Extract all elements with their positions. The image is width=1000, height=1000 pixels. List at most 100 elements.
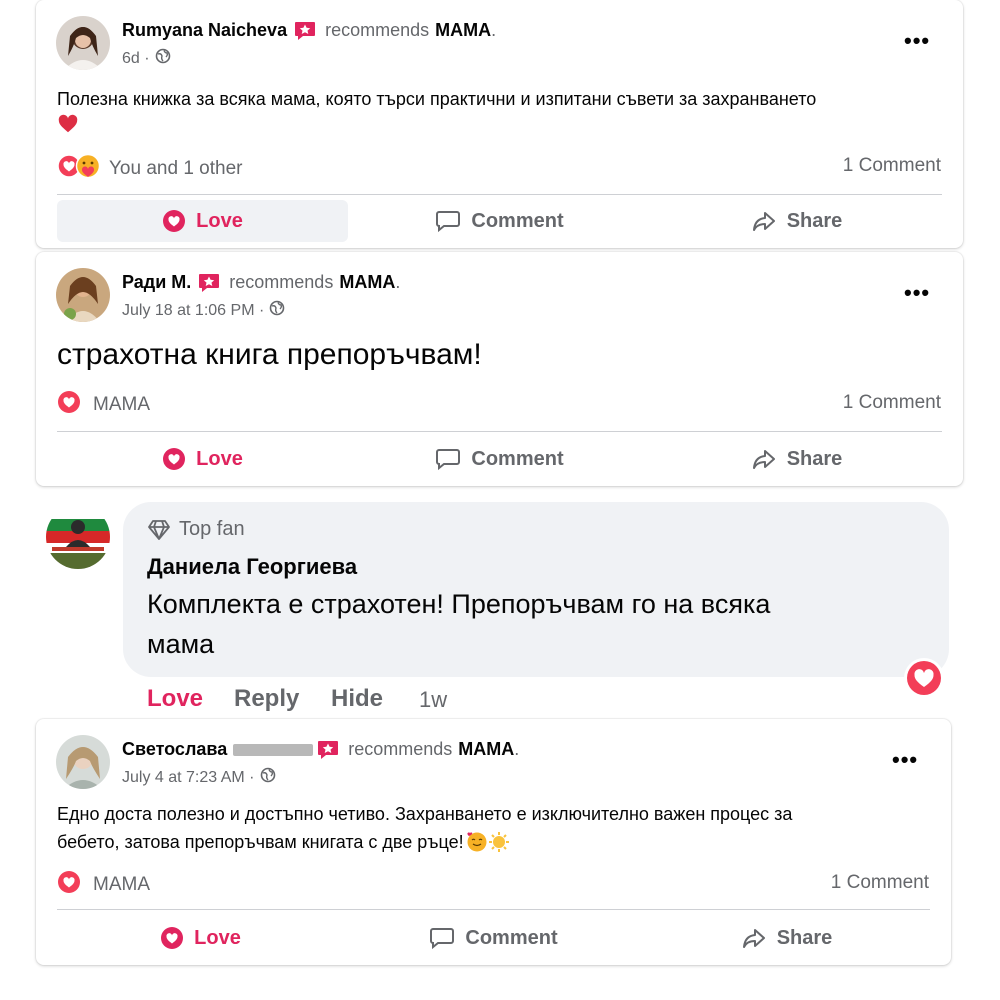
timestamp[interactable]: 6d ·: [122, 50, 150, 68]
punctuation: .: [491, 20, 497, 40]
share-button[interactable]: Share: [651, 438, 942, 480]
love-label: Love: [194, 926, 241, 949]
share-arrow-icon: [752, 450, 775, 469]
timestamp[interactable]: July 18 at 1:06 PM ·: [122, 302, 264, 320]
reactions-label[interactable]: You and 1 other: [109, 158, 242, 180]
love-reaction-icon: [57, 390, 81, 420]
recommend-icon: [317, 740, 339, 760]
comment-label: Comment: [465, 926, 558, 949]
badge-label: Top fan: [179, 518, 245, 540]
divider: [57, 194, 942, 195]
comment-label: Comment: [471, 209, 564, 232]
comment-label: Comment: [471, 447, 564, 470]
share-label: Share: [786, 209, 843, 232]
comment-button[interactable]: Comment: [350, 917, 637, 959]
post-emoji: [466, 831, 510, 853]
love-button[interactable]: Love: [57, 917, 344, 959]
redacted-surname: [233, 743, 314, 756]
post-text: Полезна книжка за всяка мама, която търс…: [57, 89, 817, 109]
reactions-summary[interactable]: MAMA: [57, 390, 150, 420]
comment-text-line-2: мама: [147, 629, 215, 659]
reactions-label[interactable]: MAMA: [93, 874, 150, 896]
more-horizontal-icon[interactable]: •••: [892, 747, 918, 773]
comments-count[interactable]: 1 Comment: [843, 155, 941, 177]
timestamp[interactable]: July 4 at 7:23 AM ·: [122, 769, 255, 787]
love-label: Love: [196, 209, 243, 232]
post-meta: 6d ·: [122, 48, 171, 69]
heart-emoji-icon: [58, 114, 78, 133]
comment-text-line-1: Комплекта е страхотен! Препоръчвам го на…: [147, 589, 771, 619]
comment-timestamp[interactable]: 1w: [419, 687, 447, 713]
post-emoji: [57, 113, 79, 140]
comment-love-reaction-icon[interactable]: [903, 657, 945, 704]
love-button[interactable]: Love: [57, 438, 348, 480]
more-horizontal-icon[interactable]: •••: [904, 280, 930, 306]
post-card-1: Rumyana Naicheva recommends MAMA . 6d · …: [36, 0, 963, 248]
comment-author[interactable]: Даниела Георгиева: [147, 554, 357, 580]
post-text-line-2: бебето, затова препоръчвам книгата с две…: [57, 831, 510, 853]
post-meta: July 18 at 1:06 PM ·: [122, 300, 285, 321]
share-button[interactable]: Share: [643, 917, 930, 959]
heart-icon: [163, 210, 186, 232]
love-button[interactable]: Love: [57, 200, 348, 242]
reactions-summary[interactable]: MAMA: [57, 870, 150, 900]
avatar[interactable]: [56, 735, 110, 789]
comments-count[interactable]: 1 Comment: [843, 392, 941, 414]
share-arrow-icon: [752, 212, 775, 231]
care-reaction-icon: [75, 153, 101, 185]
share-label: Share: [786, 447, 843, 470]
commenter-avatar[interactable]: [46, 505, 110, 569]
punctuation: .: [395, 272, 401, 292]
share-button[interactable]: Share: [651, 200, 942, 242]
comment-hide-button[interactable]: Hide: [331, 685, 383, 713]
avatar[interactable]: [56, 16, 110, 70]
post-text: страхотна книга препоръчвам!: [57, 338, 482, 371]
comment-love-button[interactable]: Love: [147, 685, 203, 713]
post-text-line-1: Едно доста полезно и достъпно четиво. За…: [57, 804, 793, 824]
heart-icon: [163, 448, 186, 470]
post-text-line-2-text: бебето, затова препоръчвам книгата с две…: [57, 831, 464, 852]
speech-bubble-icon: [436, 211, 461, 233]
punctuation: .: [514, 739, 520, 759]
avatar[interactable]: [56, 268, 110, 322]
reactions-label[interactable]: MAMA: [93, 394, 150, 416]
page-name[interactable]: MAMA: [458, 739, 514, 760]
diamond-icon: [148, 519, 170, 540]
comment-reply-button[interactable]: Reply: [234, 685, 299, 713]
recommends-text: recommends: [325, 20, 430, 40]
globe-icon: [260, 767, 276, 788]
author-name[interactable]: Светослава: [122, 739, 227, 760]
top-fan-badge: Top fan: [147, 518, 245, 541]
post-card-2: Ради М. recommends MAMA . July 18 at 1:0…: [36, 252, 963, 486]
share-arrow-icon: [742, 929, 765, 948]
comment-button[interactable]: Comment: [354, 200, 645, 242]
comment-button[interactable]: Comment: [354, 438, 645, 480]
more-horizontal-icon[interactable]: •••: [904, 28, 930, 54]
globe-icon: [269, 300, 285, 321]
globe-icon: [155, 48, 171, 69]
recommends-text: recommends: [229, 272, 334, 292]
recommends-text: recommends: [348, 739, 453, 759]
post-meta: July 4 at 7:23 AM ·: [122, 767, 276, 788]
recommend-icon: [294, 21, 316, 41]
heart-icon: [161, 927, 184, 949]
divider: [57, 909, 930, 910]
comments-count[interactable]: 1 Comment: [831, 872, 929, 894]
sun-emoji-icon: [488, 832, 509, 852]
author-name[interactable]: Rumyana Naicheva: [122, 20, 287, 41]
author-name[interactable]: Ради М.: [122, 272, 191, 293]
love-reaction-icon: [57, 870, 81, 900]
reactions-summary[interactable]: You and 1 other: [57, 153, 242, 185]
recommend-icon: [198, 273, 220, 293]
post-card-3: Светослава recommends MAMA . July 4 at 7…: [36, 719, 951, 965]
page-name[interactable]: MAMA: [339, 272, 395, 293]
post-header: Ради М. recommends MAMA .: [122, 272, 400, 293]
share-label: Share: [776, 926, 833, 949]
speech-bubble-icon: [430, 928, 455, 950]
page-name[interactable]: MAMA: [435, 20, 491, 41]
post-header: Светослава recommends MAMA .: [122, 739, 519, 760]
love-label: Love: [196, 447, 243, 470]
speech-bubble-icon: [436, 449, 461, 471]
post-header: Rumyana Naicheva recommends MAMA .: [122, 20, 496, 41]
divider: [57, 431, 942, 432]
